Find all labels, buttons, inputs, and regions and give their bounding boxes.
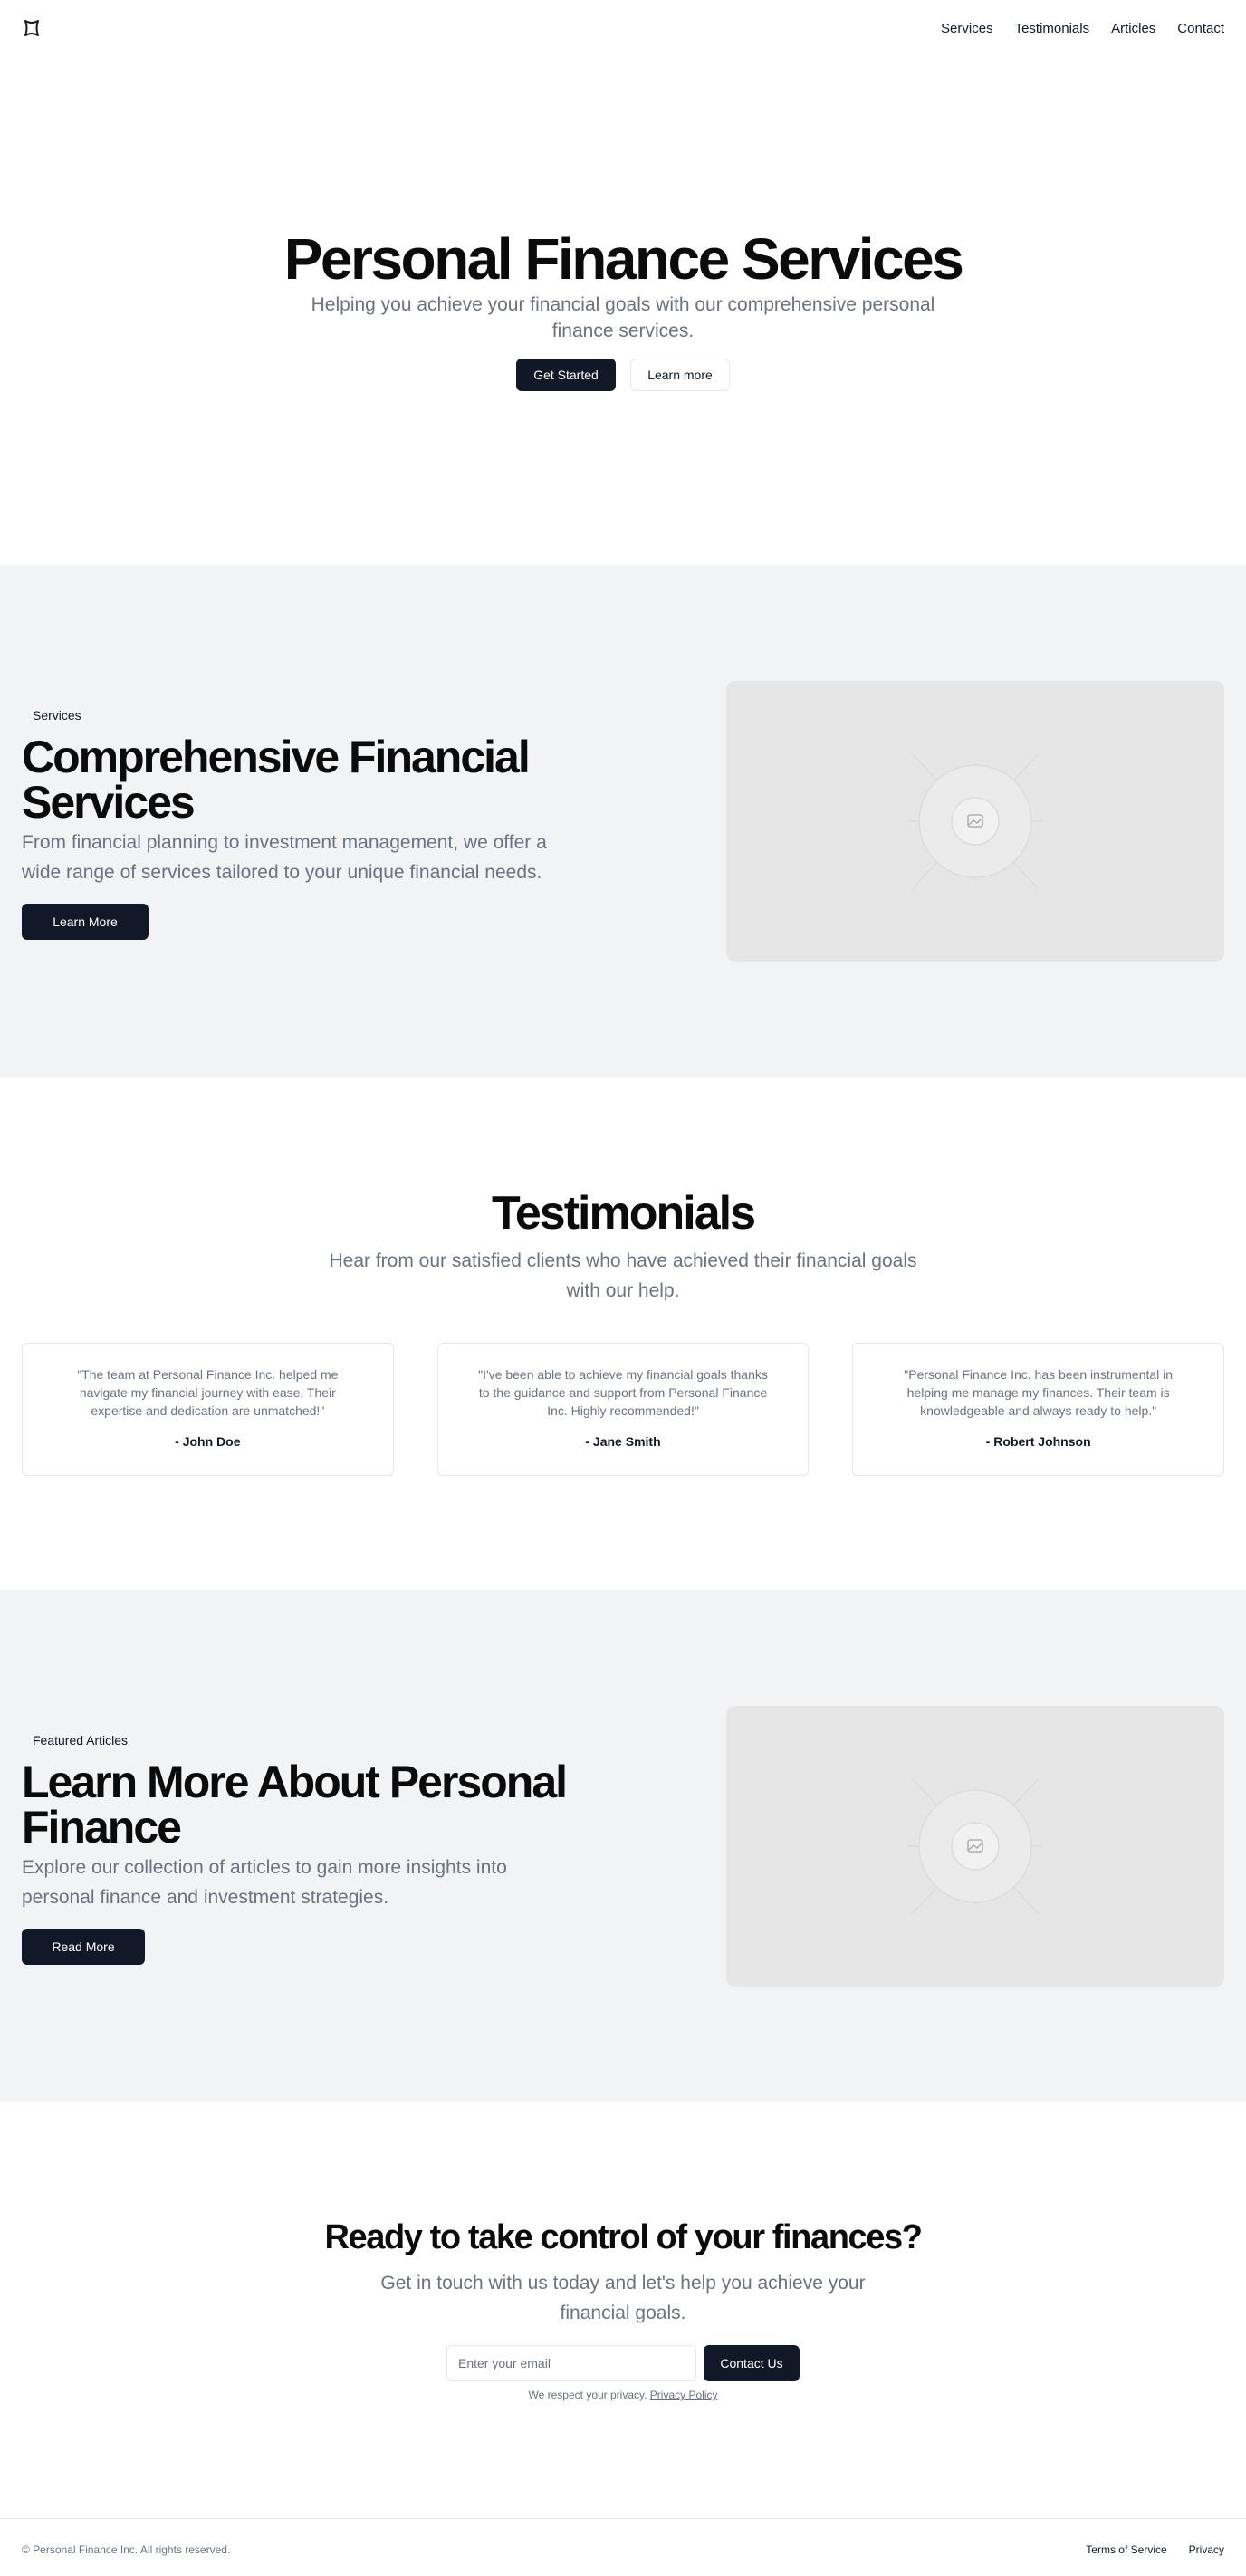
services-title: Comprehensive Financial Services: [22, 732, 531, 828]
image-placeholder-icon: [907, 1777, 1043, 1915]
hero-section: Personal Finance Services Helping you ac…: [0, 58, 1246, 565]
main-nav: Services Testimonials Articles Contact: [941, 20, 1224, 38]
contact-section: Ready to take control of your finances? …: [0, 2102, 1246, 2519]
cta-subtitle: Get in touch with us today and let's hel…: [380, 2273, 866, 2323]
email-input[interactable]: [446, 2345, 696, 2381]
privacy-policy-link[interactable]: Privacy Policy: [650, 2389, 718, 2401]
nav-link-services[interactable]: Services: [941, 20, 993, 38]
learn-more-button[interactable]: Learn more: [630, 359, 730, 391]
privacy-note-text: We respect your privacy.: [528, 2389, 647, 2401]
services-image-placeholder: [726, 681, 1224, 962]
image-placeholder-icon: [907, 752, 1043, 890]
articles-image-placeholder: [726, 1706, 1224, 1987]
nav-link-articles[interactable]: Articles: [1111, 20, 1155, 38]
cta-title: Ready to take control of your finances?: [324, 2218, 922, 2256]
testimonial-quote: "Personal Finance Inc. has been instrume…: [904, 1367, 1174, 1418]
testimonial-author: - Jane Smith: [585, 1434, 661, 1449]
articles-title: Learn More About Personal Finance: [22, 1757, 568, 1853]
testimonial-quote: "I've been able to achieve my financial …: [478, 1367, 768, 1418]
site-footer: © Personal Finance Inc. All rights reser…: [0, 2518, 1246, 2576]
services-learn-more-button[interactable]: Learn More: [22, 904, 149, 940]
read-more-button[interactable]: Read More: [22, 1929, 145, 1965]
services-description: From financial planning to investment ma…: [22, 832, 547, 883]
nav-link-contact[interactable]: Contact: [1177, 20, 1224, 38]
testimonial-author: - Robert Johnson: [985, 1434, 1091, 1449]
privacy-note: We respect your privacy. Privacy Policy: [0, 2389, 1246, 2401]
footer-links: Terms of Service Privacy: [1086, 2543, 1224, 2556]
copyright-text: © Personal Finance Inc. All rights reser…: [22, 2543, 231, 2556]
nav-link-testimonials[interactable]: Testimonials: [1015, 20, 1090, 38]
articles-section: Featured Articles Learn More About Perso…: [0, 1590, 1246, 2102]
testimonial-cards: "The team at Personal Finance Inc. helpe…: [22, 1343, 1225, 1476]
hero-subtitle: Helping you achieve your financial goals…: [311, 294, 935, 341]
testimonial-author: - John Doe: [175, 1434, 241, 1449]
testimonials-subtitle: Hear from our satisfied clients who have…: [329, 1250, 917, 1301]
testimonials-title: Testimonials: [491, 1187, 756, 1240]
get-started-button[interactable]: Get Started: [516, 359, 616, 391]
logo-icon[interactable]: [22, 18, 42, 38]
contact-form: Contact Us: [0, 2345, 1246, 2381]
testimonial-quote: "The team at Personal Finance Inc. helpe…: [77, 1367, 339, 1418]
site-header: Services Testimonials Articles Contact: [0, 0, 1246, 58]
services-section: Services Comprehensive Financial Service…: [0, 565, 1246, 1077]
services-badge: Services: [22, 704, 92, 726]
privacy-link[interactable]: Privacy: [1189, 2543, 1224, 2556]
articles-description: Explore our collection of articles to ga…: [22, 1857, 507, 1908]
testimonial-card: "Personal Finance Inc. has been instrume…: [852, 1343, 1225, 1476]
testimonial-card: "The team at Personal Finance Inc. helpe…: [22, 1343, 394, 1476]
articles-badge: Featured Articles: [22, 1729, 139, 1751]
terms-of-service-link[interactable]: Terms of Service: [1086, 2543, 1166, 2556]
contact-us-button[interactable]: Contact Us: [704, 2345, 800, 2381]
testimonial-card: "I've been able to achieve my financial …: [436, 1343, 810, 1476]
hero-buttons: Get Started Learn more: [0, 359, 1246, 391]
hero-title: Personal Finance Services: [283, 226, 964, 292]
testimonials-section: Testimonials Hear from our satisfied cli…: [0, 1077, 1246, 1590]
